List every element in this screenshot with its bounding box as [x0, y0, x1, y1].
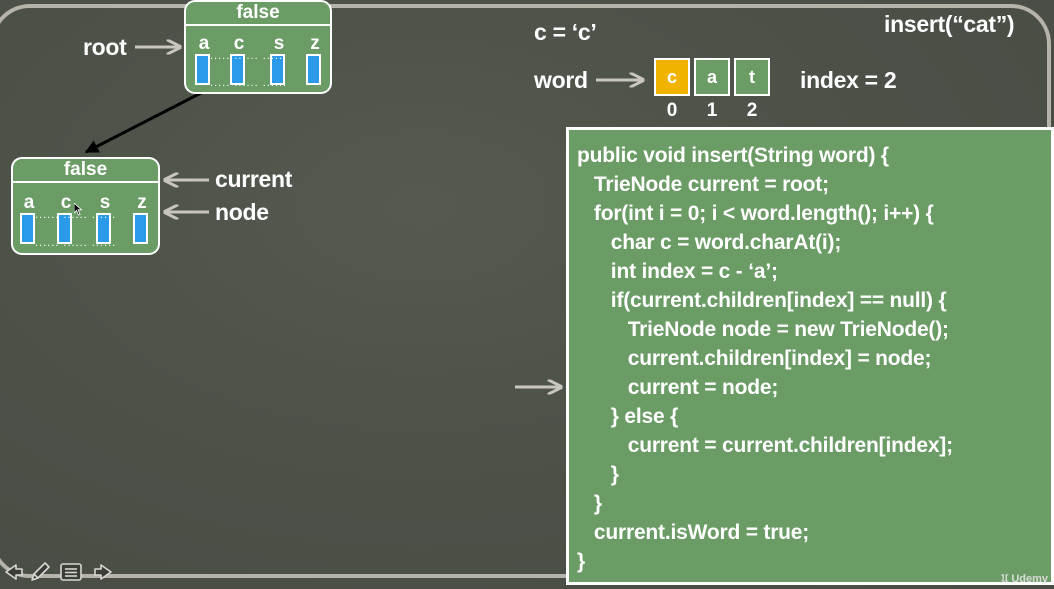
index-value: index = 2: [800, 67, 897, 93]
root-node-letter-z: z: [310, 33, 320, 54]
watermark: 𝔘 Udemy: [1001, 574, 1048, 585]
code-line: TrieNode node = new TrieNode();: [577, 318, 949, 341]
word-index-1: 1: [706, 100, 718, 121]
word-cell-0: c: [654, 58, 690, 96]
next-slide-icon[interactable]: [91, 559, 117, 585]
word-cell-2: t: [734, 58, 770, 96]
new-node-letter-z: z: [137, 192, 147, 213]
udemy-logo-icon: 𝔘: [1001, 573, 1009, 585]
code-block: public void insert(String word) { TrieNo…: [566, 127, 1054, 585]
new-node-dots-bottom: ...... ...... ......: [35, 237, 117, 249]
word-cell-1: a: [694, 58, 730, 96]
code-line: current.isWord = true;: [577, 521, 810, 544]
new-node-body: false a c s z ...... ...... ...... .....…: [13, 159, 158, 253]
code-line: int index = c - ‘a’;: [577, 260, 778, 283]
word-index-2: 2: [746, 100, 758, 121]
root-node-header: false: [186, 2, 330, 26]
new-node-slot-a: [20, 213, 35, 244]
mouse-cursor-icon: [74, 203, 83, 216]
previous-slide-icon[interactable]: [0, 559, 26, 585]
root-label: root: [83, 34, 127, 60]
code-line: public void insert(String word) {: [577, 144, 889, 167]
code-line: }: [577, 492, 602, 515]
word-label: word: [534, 67, 588, 93]
root-node-dots-bottom: ..... ...... ......: [210, 77, 288, 89]
word-index-0: 0: [666, 100, 678, 121]
slide: root false a c s z ..... ...... ...... .…: [0, 0, 1054, 589]
code-line: current = node;: [577, 376, 779, 399]
node-label: node: [215, 199, 269, 225]
new-node: false a c s z ...... ...... ...... .....…: [11, 157, 160, 255]
code-line: for(int i = 0; i < word.length(); i++) {: [577, 202, 934, 225]
code-line: if(current.children[index] == null) {: [577, 289, 947, 312]
menu-icon[interactable]: [58, 559, 84, 585]
code-line: current = current.children[index];: [577, 434, 953, 457]
current-label: current: [215, 166, 293, 192]
new-node-header: false: [13, 159, 158, 183]
page-title: insert(“cat”): [884, 11, 1015, 37]
code-line: TrieNode current = root;: [577, 173, 829, 196]
code-line: char c = word.charAt(i);: [577, 231, 842, 254]
new-node-slot-z: [133, 213, 148, 244]
code-line: } else {: [577, 405, 679, 428]
code-line: }: [577, 463, 619, 486]
char-variable: c = ‘c’: [534, 19, 597, 45]
root-node-slot-a: [195, 54, 210, 85]
root-node: false a c s z ..... ...... ...... ..... …: [184, 0, 332, 94]
root-node-body: false a c s z ..... ...... ...... ..... …: [186, 2, 330, 92]
code-line: current.children[index] = node;: [577, 347, 932, 370]
root-node-slot-z: [306, 54, 321, 85]
pen-icon[interactable]: [27, 559, 53, 585]
code-line: }: [577, 550, 585, 573]
root-node-dots-top: ..... ...... ......: [210, 50, 288, 62]
watermark-text: Udemy: [1011, 573, 1048, 585]
